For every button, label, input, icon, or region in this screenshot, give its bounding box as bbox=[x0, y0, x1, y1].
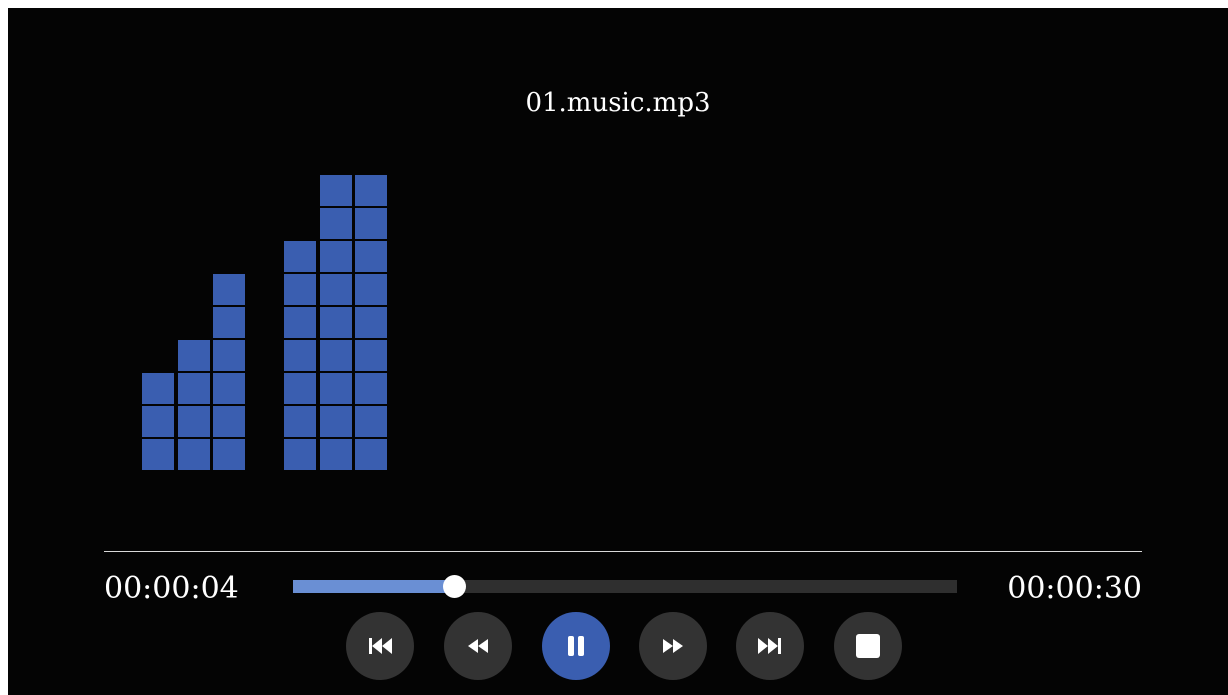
seek-bar-thumb[interactable] bbox=[443, 575, 467, 598]
equalizer-block bbox=[284, 439, 316, 470]
equalizer-column bbox=[319, 173, 352, 470]
divider bbox=[104, 551, 1142, 552]
equalizer-block bbox=[355, 439, 387, 470]
equalizer-block bbox=[142, 373, 174, 404]
equalizer-block bbox=[319, 208, 352, 239]
equalizer-block bbox=[319, 307, 352, 338]
equalizer-block bbox=[213, 439, 245, 470]
equalizer-column bbox=[177, 338, 210, 470]
media-player: 01.music.mp3 00:00:04 00:00:30 bbox=[8, 8, 1228, 695]
equalizer-block bbox=[355, 274, 387, 305]
equalizer-block bbox=[142, 406, 174, 437]
equalizer-block bbox=[284, 340, 316, 371]
equalizer-block bbox=[355, 208, 387, 239]
equalizer-block bbox=[284, 274, 316, 305]
equalizer-column bbox=[213, 272, 245, 470]
equalizer-block bbox=[319, 241, 352, 272]
equalizer-block bbox=[319, 406, 352, 437]
equalizer-block bbox=[355, 406, 387, 437]
equalizer-block bbox=[319, 373, 352, 404]
equalizer-block bbox=[319, 175, 352, 206]
equalizer-block bbox=[177, 406, 210, 437]
equalizer-block bbox=[355, 175, 387, 206]
equalizer-block bbox=[213, 307, 245, 338]
rewind-icon bbox=[463, 635, 493, 657]
equalizer-block bbox=[284, 307, 316, 338]
skip-next-icon bbox=[755, 635, 785, 657]
stop-button[interactable] bbox=[834, 612, 902, 680]
equalizer-block bbox=[213, 340, 245, 371]
equalizer-block bbox=[177, 340, 210, 371]
equalizer-block bbox=[284, 241, 316, 272]
equalizer-block bbox=[319, 439, 352, 470]
equalizer-block bbox=[284, 406, 316, 437]
equalizer-block bbox=[319, 340, 352, 371]
equalizer-block bbox=[213, 373, 245, 404]
equalizer-block bbox=[355, 307, 387, 338]
skip-to-end-button[interactable] bbox=[736, 612, 804, 680]
equalizer-block bbox=[177, 439, 210, 470]
equalizer-block bbox=[213, 406, 245, 437]
fast-forward-icon bbox=[658, 635, 688, 657]
equalizer-block bbox=[213, 274, 245, 305]
equalizer-block bbox=[355, 241, 387, 272]
audio-visualizer bbox=[142, 170, 402, 470]
equalizer-block bbox=[142, 439, 174, 470]
fast-forward-button[interactable] bbox=[639, 612, 707, 680]
rewind-button[interactable] bbox=[444, 612, 512, 680]
seek-bar-progress bbox=[293, 580, 455, 593]
equalizer-block bbox=[177, 373, 210, 404]
equalizer-block bbox=[355, 373, 387, 404]
equalizer-column bbox=[355, 173, 387, 470]
pause-icon bbox=[562, 632, 590, 660]
equalizer-column bbox=[142, 371, 174, 470]
equalizer-block bbox=[319, 274, 352, 305]
track-title: 01.music.mp3 bbox=[525, 88, 711, 118]
equalizer-block bbox=[355, 340, 387, 371]
total-duration: 00:00:30 bbox=[1007, 571, 1142, 606]
pause-button[interactable] bbox=[542, 612, 610, 680]
skip-previous-icon bbox=[365, 635, 395, 657]
equalizer-column bbox=[284, 239, 316, 470]
playback-controls bbox=[346, 612, 906, 682]
elapsed-time: 00:00:04 bbox=[104, 571, 239, 606]
skip-to-start-button[interactable] bbox=[346, 612, 414, 680]
seek-bar[interactable] bbox=[293, 575, 957, 598]
equalizer-block bbox=[284, 373, 316, 404]
stop-icon bbox=[855, 633, 881, 659]
